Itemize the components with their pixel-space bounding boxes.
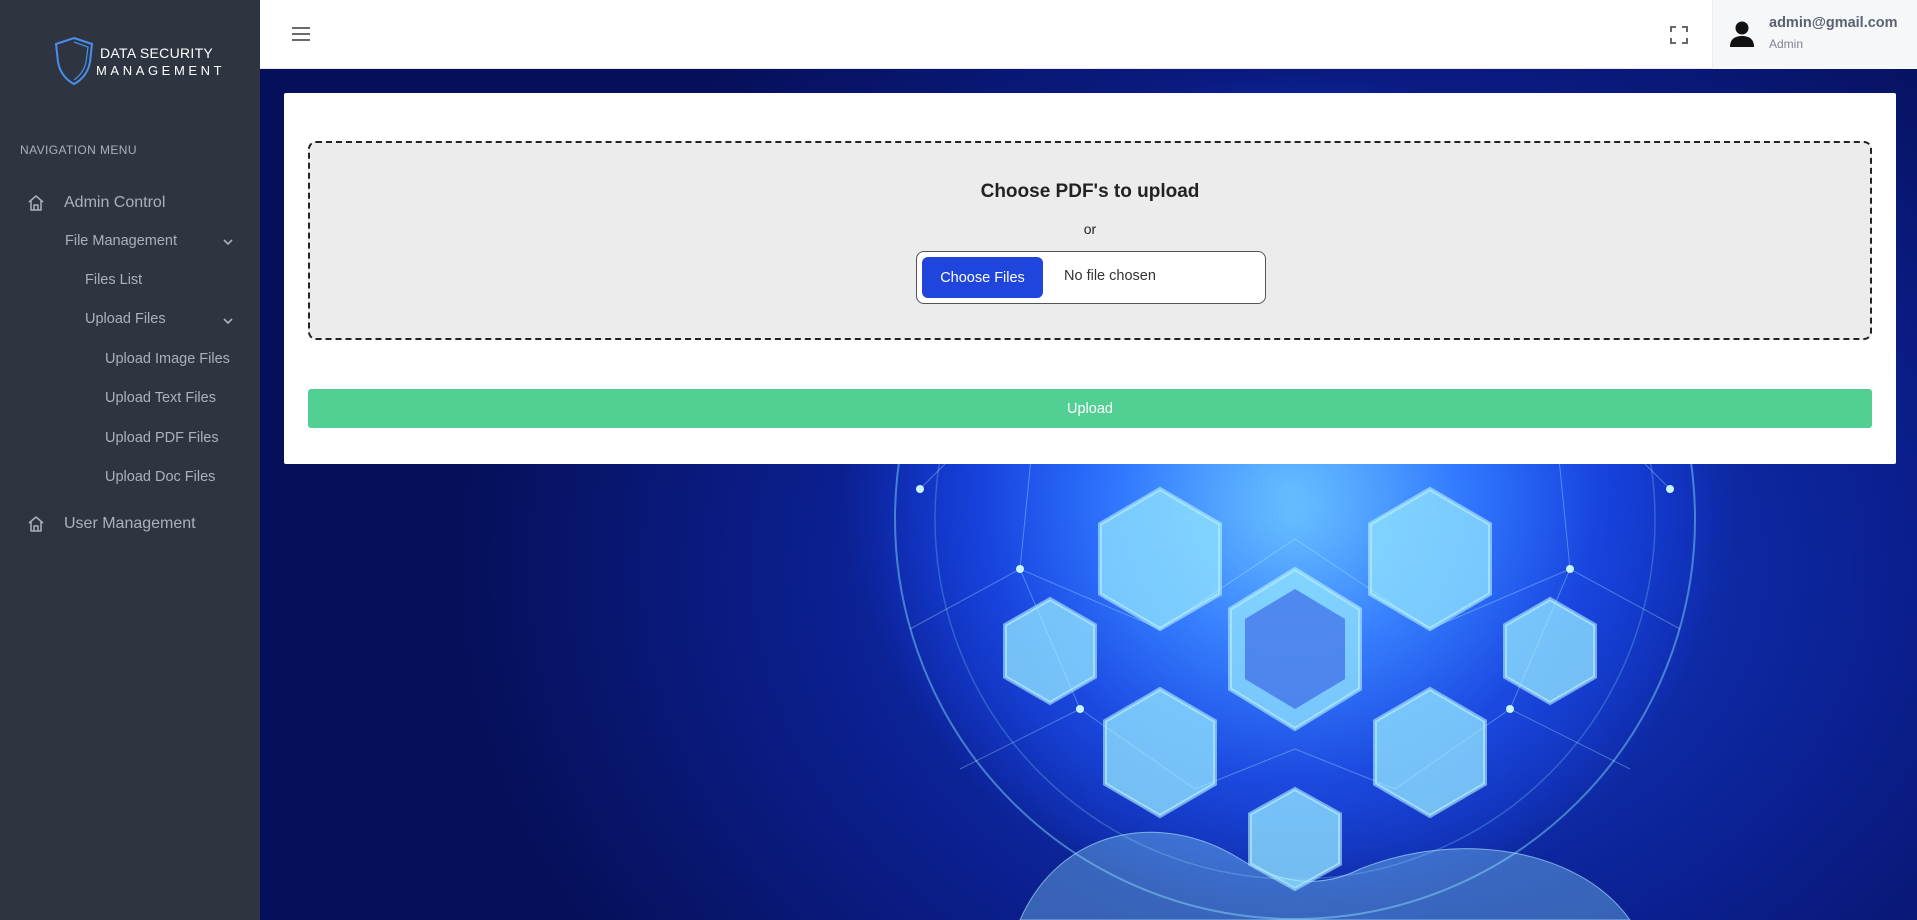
upload-button[interactable]: Upload — [308, 389, 1872, 428]
chevron-down-icon[interactable] — [222, 236, 234, 248]
upload-card: Choose PDF's to upload or Choose Files N… — [284, 93, 1896, 464]
nav-menu-header: NAVIGATION MENU — [20, 143, 137, 157]
sidebar-item-label: Upload Doc Files — [105, 469, 216, 485]
brand-line-1: DATA SECURITY — [100, 45, 214, 61]
sidebar-item-upload-doc-files[interactable]: Upload Doc Files — [105, 469, 215, 485]
user-email: admin@gmail.com — [1769, 15, 1898, 31]
user-role: Admin — [1769, 37, 1804, 51]
sidebar-item-label: Upload PDF Files — [105, 430, 219, 446]
sidebar-item-label: File Management — [65, 233, 178, 249]
sidebar-item-label: Upload Image Files — [105, 351, 230, 367]
dropzone-or-text: or — [1083, 221, 1097, 237]
sidebar-item-files-list[interactable]: Files List — [85, 272, 142, 288]
sidebar-item-file-management[interactable]: File Management — [65, 233, 177, 249]
user-menu[interactable]: admin@gmail.com Admin — [1712, 0, 1917, 69]
user-avatar-icon — [1730, 21, 1754, 47]
shield-logo-icon — [54, 36, 94, 86]
chevron-down-icon[interactable] — [222, 315, 234, 327]
sidebar-item-label: Files List — [85, 272, 143, 288]
sidebar-item-upload-text-files[interactable]: Upload Text Files — [105, 390, 216, 406]
topbar: admin@gmail.com Admin — [260, 0, 1917, 69]
sidebar-item-upload-image-files[interactable]: Upload Image Files — [105, 351, 230, 367]
file-dropzone[interactable]: Choose PDF's to upload or Choose Files N… — [308, 141, 1872, 340]
choose-files-button[interactable]: Choose Files — [922, 257, 1043, 298]
brand-line-2: MANAGEMENT — [96, 63, 226, 78]
home-icon — [26, 514, 46, 534]
sidebar-item-user-management[interactable]: User Management — [26, 514, 196, 534]
fullscreen-icon[interactable] — [1668, 24, 1690, 46]
dropzone-title: Choose PDF's to upload — [980, 181, 1200, 202]
sidebar-item-label: Upload Text Files — [105, 390, 216, 406]
sidebar-item-upload-files[interactable]: Upload Files — [85, 311, 166, 327]
sidebar-item-admin-control[interactable]: Admin Control — [26, 193, 165, 213]
home-icon — [26, 193, 46, 213]
brand-logo[interactable]: DATA SECURITY MANAGEMENT — [52, 36, 222, 88]
file-status-text: No file chosen — [1064, 268, 1156, 284]
file-input[interactable]: Choose Files No file chosen — [916, 251, 1266, 304]
sidebar-item-upload-pdf-files[interactable]: Upload PDF Files — [105, 430, 219, 446]
sidebar-item-label: Admin Control — [64, 194, 166, 211]
hamburger-icon[interactable] — [290, 24, 312, 44]
sidebar-item-label: User Management — [64, 515, 196, 532]
sidebar-item-label: Upload Files — [85, 311, 166, 327]
sidebar: DATA SECURITY MANAGEMENT NAVIGATION MENU… — [0, 0, 260, 920]
